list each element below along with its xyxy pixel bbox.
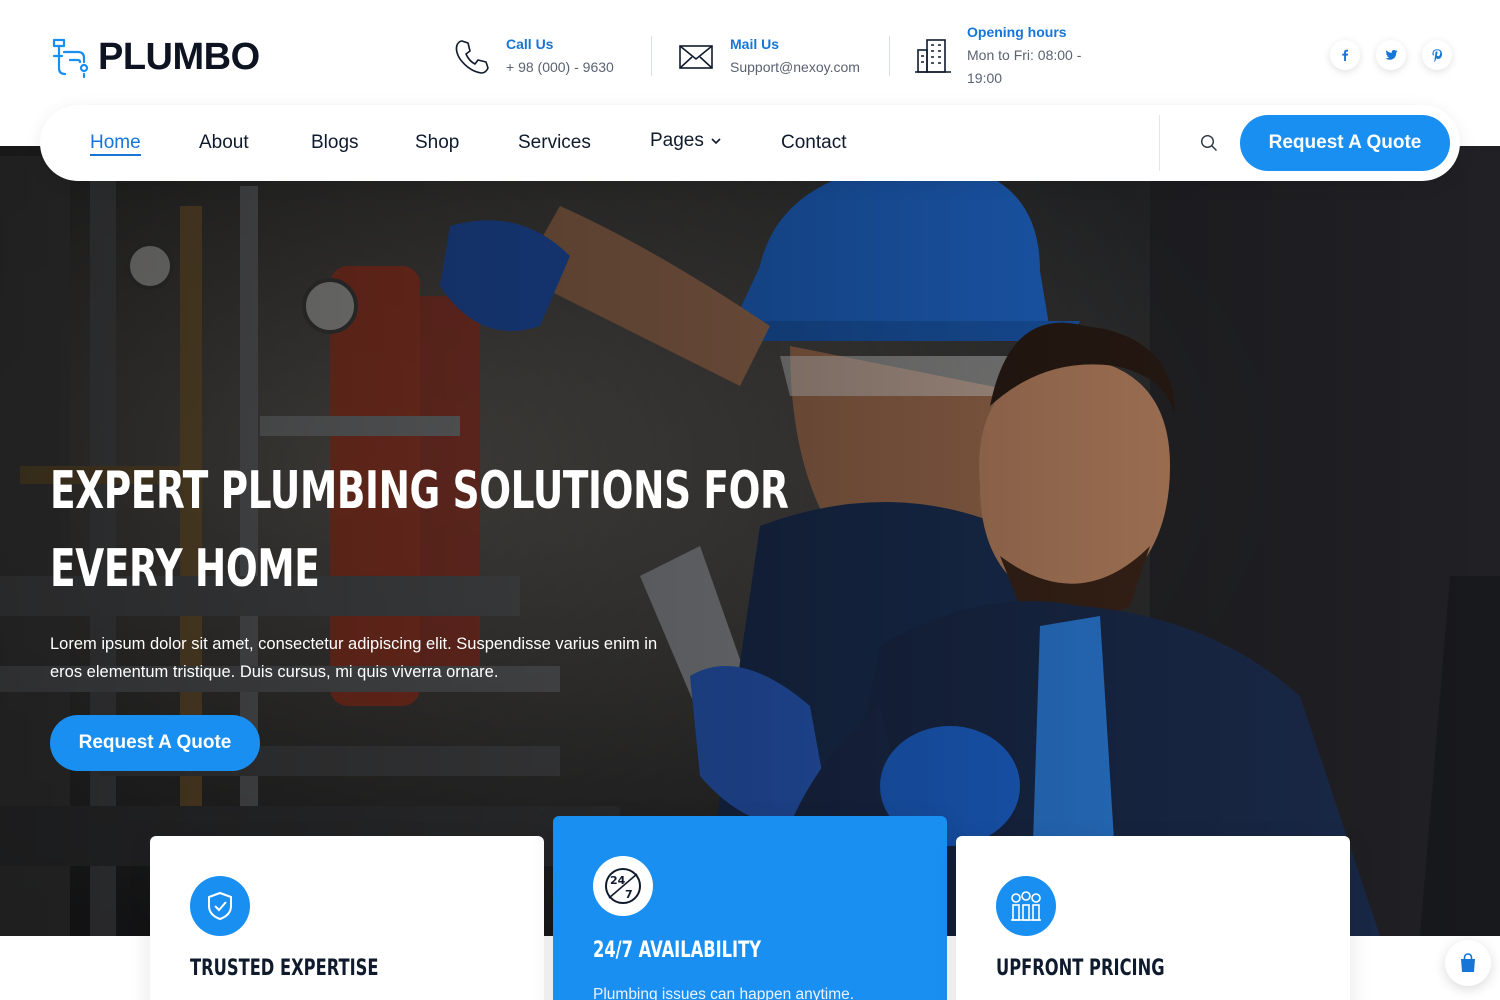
building-icon bbox=[915, 39, 951, 73]
main-nav: Home About Blogs Shop Services Pages Con… bbox=[40, 105, 1460, 181]
nav-shop[interactable]: Shop bbox=[415, 130, 459, 156]
nav-home[interactable]: Home bbox=[90, 130, 141, 156]
pinterest-icon[interactable] bbox=[1422, 40, 1452, 70]
clock-24-7-icon: 24 7 bbox=[593, 856, 653, 916]
nav-services[interactable]: Services bbox=[518, 130, 591, 156]
nav-contact[interactable]: Contact bbox=[781, 130, 846, 156]
contact-mail[interactable]: Mail Us Support@nexoy.com bbox=[676, 32, 860, 79]
feature-card-trusted-expertise[interactable]: Trusted Expertise bbox=[150, 836, 544, 1000]
feature-card-upfront-pricing[interactable]: Upfront Pricing bbox=[956, 836, 1350, 1000]
coins-chart-icon bbox=[996, 876, 1056, 936]
shopping-bag-icon bbox=[1461, 953, 1475, 972]
phone-icon bbox=[455, 40, 489, 74]
twitter-icon[interactable] bbox=[1376, 40, 1406, 70]
svg-text:24: 24 bbox=[610, 874, 626, 887]
contact-hours: Opening hours Mon to Fri: 08:00 - 19:00 bbox=[913, 20, 1117, 90]
chevron-down-icon bbox=[711, 138, 721, 145]
call-label: Call Us bbox=[506, 36, 554, 52]
nav-divider bbox=[1159, 115, 1160, 171]
faucet-wrench-icon bbox=[52, 38, 89, 79]
nav-about[interactable]: About bbox=[199, 130, 249, 156]
mail-value: Support@nexoy.com bbox=[730, 59, 860, 75]
cart-button[interactable] bbox=[1445, 940, 1491, 986]
hero-request-quote-button[interactable]: Request A Quote bbox=[50, 715, 260, 771]
site-logo[interactable]: PLUMBO bbox=[50, 34, 260, 80]
mail-label: Mail Us bbox=[730, 36, 780, 52]
divider bbox=[651, 36, 652, 76]
social-links bbox=[1330, 40, 1452, 70]
shield-check-icon bbox=[190, 876, 250, 936]
hours-value: Mon to Fri: 08:00 - 19:00 bbox=[967, 47, 1082, 86]
svg-text:7: 7 bbox=[625, 888, 633, 901]
nav-blogs[interactable]: Blogs bbox=[311, 130, 359, 156]
envelope-icon bbox=[679, 45, 713, 69]
hours-label: Opening hours bbox=[967, 24, 1067, 40]
contact-call[interactable]: Call Us + 98 (000) - 9630 bbox=[452, 32, 614, 79]
brand-name: PLUMBO bbox=[98, 35, 260, 78]
nav-pages-label: Pages bbox=[650, 130, 704, 151]
feature-text: Plumbing issues can happen anytime. bbox=[593, 986, 855, 1000]
divider bbox=[889, 36, 890, 76]
search-icon[interactable] bbox=[1200, 134, 1218, 152]
feature-title: Upfront Pricing bbox=[996, 956, 1165, 981]
feature-title: Trusted Expertise bbox=[190, 956, 379, 981]
hero-lead: Lorem ipsum dolor sit amet, consectetur … bbox=[50, 635, 658, 681]
facebook-icon[interactable] bbox=[1330, 40, 1360, 70]
nav-pages[interactable]: Pages bbox=[650, 128, 722, 154]
request-quote-button[interactable]: Request A Quote bbox=[1240, 115, 1450, 171]
hero-headline: Expert Plumbing Solutions For Every Home bbox=[50, 452, 789, 608]
hero-headline-line1: Expert Plumbing Solutions For bbox=[50, 461, 789, 521]
call-value: + 98 (000) - 9630 bbox=[506, 59, 614, 75]
hero-headline-line2: Every Home bbox=[50, 539, 320, 599]
feature-card-availability[interactable]: 24 7 24/7 Availability Plumbing issues c… bbox=[553, 816, 947, 1000]
feature-title: 24/7 Availability bbox=[593, 938, 762, 963]
